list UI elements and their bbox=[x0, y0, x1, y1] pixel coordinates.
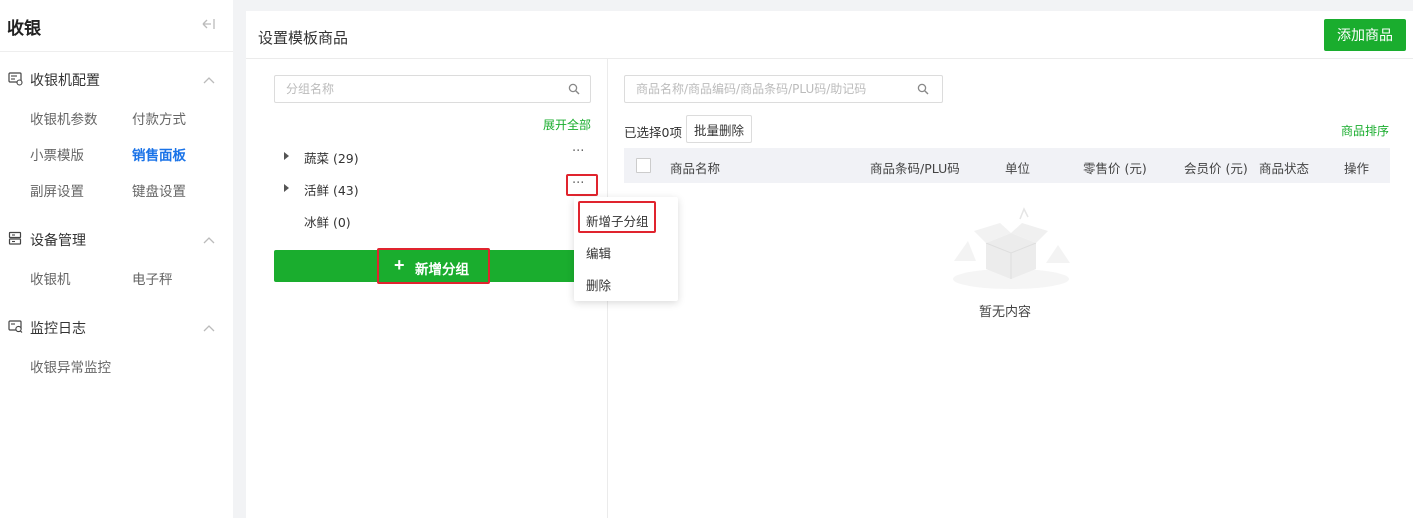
column-header-actions: 操作 bbox=[1344, 161, 1370, 176]
main-header: 设置模板商品 添加商品 bbox=[246, 11, 1413, 59]
main-panel: 设置模板商品 添加商品 展开全部 蔬菜 (29) ··· 活鲜 (43) ···… bbox=[246, 11, 1413, 518]
collapse-sidebar-icon[interactable] bbox=[200, 17, 218, 33]
sidebar-item-sales-panel[interactable]: 销售面板 bbox=[132, 144, 186, 164]
more-options-icon[interactable]: ··· bbox=[572, 176, 584, 191]
sidebar-item-receipt-template[interactable]: 小票模版 bbox=[30, 144, 84, 164]
group-tree-row[interactable]: 蔬菜 (29) ··· bbox=[274, 144, 594, 168]
menu-item-edit[interactable]: 编辑 bbox=[586, 243, 611, 262]
plus-icon: + bbox=[394, 255, 405, 275]
select-all-checkbox[interactable] bbox=[636, 158, 651, 173]
sidebar-section-pos-config: 收银机配置 bbox=[0, 64, 233, 94]
column-header-unit: 单位 bbox=[1005, 161, 1031, 176]
sidebar-item-payment-methods[interactable]: 付款方式 bbox=[132, 108, 186, 128]
sidebar-item-secondary-screen[interactable]: 副屏设置 bbox=[30, 180, 84, 200]
device-icon bbox=[8, 231, 23, 246]
sidebar-item-pos-machine[interactable]: 收银机 bbox=[30, 268, 71, 288]
sidebar-item-electronic-scale[interactable]: 电子秤 bbox=[132, 268, 173, 288]
product-sort-link[interactable]: 商品排序 bbox=[1341, 122, 1389, 139]
sidebar-section-device-management: 设备管理 bbox=[0, 224, 233, 254]
sidebar-section-label: 收银机配置 bbox=[30, 73, 100, 89]
chevron-up-icon[interactable] bbox=[203, 321, 215, 332]
chevron-up-icon[interactable] bbox=[203, 233, 215, 244]
product-search-input[interactable] bbox=[625, 76, 942, 102]
chevron-up-icon[interactable] bbox=[203, 73, 215, 84]
add-product-button[interactable]: 添加商品 bbox=[1324, 19, 1406, 51]
group-label: 活鲜 (43) bbox=[304, 183, 359, 198]
column-header-name: 商品名称 bbox=[670, 161, 721, 176]
menu-item-add-subgroup[interactable]: 新增子分组 bbox=[586, 211, 649, 230]
new-group-label: 新增分组 bbox=[415, 262, 469, 277]
empty-box-icon bbox=[946, 201, 1076, 296]
column-header-status: 商品状态 bbox=[1259, 161, 1310, 176]
monitor-log-icon bbox=[8, 319, 23, 334]
search-icon[interactable] bbox=[568, 83, 580, 95]
new-group-button[interactable]: + 新增分组 bbox=[274, 250, 592, 282]
sidebar-section-header[interactable]: 设备管理 bbox=[0, 224, 233, 254]
sidebar-section-header[interactable]: 收银机配置 bbox=[0, 64, 233, 94]
group-search-input[interactable] bbox=[275, 76, 590, 102]
column-header-member-price: 会员价 (元) bbox=[1184, 161, 1248, 176]
search-icon[interactable] bbox=[917, 83, 929, 95]
group-tree-row[interactable]: 活鲜 (43) ··· bbox=[274, 176, 594, 200]
pos-config-icon bbox=[8, 71, 23, 86]
more-options-icon[interactable]: ··· bbox=[572, 144, 584, 159]
empty-state-text: 暂无内容 bbox=[979, 305, 1032, 320]
sidebar: 收银 收银机配置 收银机参数 付款方式 小票模版 销售面板 副屏设置 键盘设置 … bbox=[0, 0, 233, 518]
menu-item-delete[interactable]: 删除 bbox=[586, 275, 611, 294]
selected-count: 已选择0项 bbox=[624, 125, 682, 140]
sidebar-header: 收银 bbox=[0, 0, 233, 52]
sidebar-section-label: 设备管理 bbox=[30, 233, 86, 249]
caret-right-icon[interactable] bbox=[284, 184, 289, 192]
batch-delete-button[interactable]: 批量删除 bbox=[686, 115, 752, 143]
group-label: 蔬菜 (29) bbox=[304, 151, 359, 166]
sidebar-section-header[interactable]: 监控日志 bbox=[0, 312, 233, 342]
sidebar-item-pos-params[interactable]: 收银机参数 bbox=[30, 108, 98, 128]
column-header-barcode: 商品条码/PLU码 bbox=[870, 161, 960, 176]
group-search-box bbox=[274, 75, 591, 103]
sidebar-item-pos-exception-monitor[interactable]: 收银异常监控 bbox=[30, 356, 111, 376]
sidebar-section-monitor-log: 监控日志 bbox=[0, 312, 233, 342]
expand-all-link[interactable]: 展开全部 bbox=[543, 116, 591, 133]
product-search-box bbox=[624, 75, 943, 103]
column-header-retail-price: 零售价 (元) bbox=[1083, 161, 1147, 176]
group-context-menu: 新增子分组 编辑 删除 bbox=[574, 197, 678, 301]
product-table-header: 商品名称 商品条码/PLU码 单位 零售价 (元) 会员价 (元) 商品状态 操… bbox=[624, 148, 1390, 183]
sidebar-title: 收银 bbox=[7, 19, 41, 39]
group-tree-row[interactable]: 冰鲜 (0) bbox=[274, 208, 594, 232]
group-label: 冰鲜 (0) bbox=[304, 215, 351, 230]
page-title: 设置模板商品 bbox=[258, 29, 349, 47]
sidebar-section-label: 监控日志 bbox=[30, 321, 86, 337]
sidebar-item-keyboard-settings[interactable]: 键盘设置 bbox=[132, 180, 186, 200]
caret-right-icon[interactable] bbox=[284, 152, 289, 160]
